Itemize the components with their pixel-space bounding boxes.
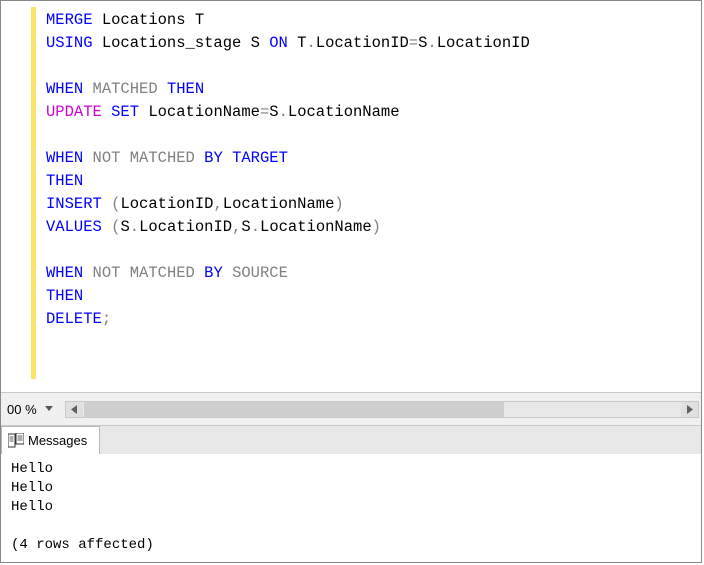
code-token: . — [427, 34, 436, 52]
code-token: ON — [269, 34, 288, 52]
code-token — [83, 264, 92, 282]
code-token: . — [130, 218, 139, 236]
code-token: ) — [334, 195, 343, 213]
code-token: WHEN — [46, 264, 83, 282]
code-line: THEN — [1, 285, 701, 308]
code-token: SOURCE — [223, 264, 288, 282]
code-token: , — [232, 218, 241, 236]
code-token: . — [279, 103, 288, 121]
code-line: MERGE Locations T — [1, 9, 701, 32]
output-line: Hello — [11, 499, 53, 515]
code-token: = — [409, 34, 418, 52]
editor-pane: MERGE Locations TUSING Locations_stage S… — [1, 1, 701, 426]
code-token: USING — [46, 34, 93, 52]
code-token: S — [120, 218, 129, 236]
code-line: THEN — [1, 170, 701, 193]
code-token: LocationID — [139, 218, 232, 236]
code-token — [102, 103, 111, 121]
output-line: (4 rows affected) — [11, 537, 154, 553]
code-line: DELETE; — [1, 308, 701, 331]
code-token: VALUES — [46, 218, 102, 236]
code-token: LocationID — [437, 34, 530, 52]
code-token: BY — [204, 264, 223, 282]
editor-footer: 00 % — [1, 392, 701, 426]
code-line: WHEN MATCHED THEN — [1, 78, 701, 101]
scroll-thumb[interactable] — [84, 402, 504, 417]
code-token: MATCHED — [120, 264, 204, 282]
code-line: VALUES (S.LocationID,S.LocationName) — [1, 216, 701, 239]
code-token — [223, 149, 232, 167]
code-token: NOT — [93, 264, 121, 282]
code-token: . — [306, 34, 315, 52]
code-token: . — [251, 218, 260, 236]
arrow-right-icon — [686, 405, 693, 414]
output-line: Hello — [11, 461, 53, 477]
code-line: INSERT (LocationID,LocationName) — [1, 193, 701, 216]
code-token: = — [260, 103, 269, 121]
code-token: ) — [372, 218, 381, 236]
code-token: ; — [102, 310, 111, 328]
code-line — [1, 124, 701, 147]
code-line — [1, 55, 701, 78]
zoom-dropdown[interactable] — [41, 401, 57, 417]
code-token: MATCHED — [120, 149, 204, 167]
code-token: SET — [111, 103, 139, 121]
code-token: T — [288, 34, 307, 52]
scroll-left-button[interactable] — [66, 402, 83, 417]
code-token — [102, 195, 111, 213]
horizontal-scrollbar[interactable] — [65, 401, 699, 418]
code-token: BY — [204, 149, 223, 167]
code-token: S — [241, 218, 250, 236]
zoom-value[interactable]: 00 % — [1, 402, 41, 417]
chevron-down-icon — [45, 406, 53, 412]
code-token: DELETE — [46, 310, 102, 328]
code-token: TARGET — [232, 149, 288, 167]
code-line: WHEN NOT MATCHED BY SOURCE — [1, 262, 701, 285]
code-line — [1, 239, 701, 262]
results-pane: Messages Hello Hello Hello (4 rows affec… — [1, 426, 701, 562]
messages-output[interactable]: Hello Hello Hello (4 rows affected) — [1, 454, 701, 562]
code-token: LocationID — [120, 195, 213, 213]
code-token: LocationID — [316, 34, 409, 52]
code-token: THEN — [46, 287, 83, 305]
code-token: WHEN — [46, 149, 83, 167]
code-token: UPDATE — [46, 103, 102, 121]
code-token: S — [269, 103, 278, 121]
arrow-left-icon — [71, 405, 78, 414]
scroll-right-button[interactable] — [681, 402, 698, 417]
messages-icon — [8, 433, 24, 448]
code-token — [102, 218, 111, 236]
app-frame: MERGE Locations TUSING Locations_stage S… — [0, 0, 702, 563]
code-line: UPDATE SET LocationName=S.LocationName — [1, 101, 701, 124]
code-token — [83, 149, 92, 167]
code-token: MATCHED — [83, 80, 167, 98]
code-token: , — [213, 195, 222, 213]
tab-messages[interactable]: Messages — [1, 426, 100, 454]
code-line: WHEN NOT MATCHED BY TARGET — [1, 147, 701, 170]
tab-messages-label: Messages — [28, 433, 87, 448]
code-token: NOT — [93, 149, 121, 167]
code-token: Locations T — [93, 11, 205, 29]
code-token: THEN — [46, 172, 83, 190]
code-token: THEN — [167, 80, 204, 98]
code-token: MERGE — [46, 11, 93, 29]
code-token: INSERT — [46, 195, 102, 213]
code-token: LocationName — [288, 103, 400, 121]
output-line: Hello — [11, 480, 53, 496]
code-token: LocationName — [223, 195, 335, 213]
code-token: LocationName — [139, 103, 260, 121]
code-token: LocationName — [260, 218, 372, 236]
code-editor[interactable]: MERGE Locations TUSING Locations_stage S… — [1, 1, 701, 392]
code-line: USING Locations_stage S ON T.LocationID=… — [1, 32, 701, 55]
code-token: WHEN — [46, 80, 83, 98]
code-token: Locations_stage S — [93, 34, 270, 52]
tab-strip: Messages — [1, 426, 701, 454]
